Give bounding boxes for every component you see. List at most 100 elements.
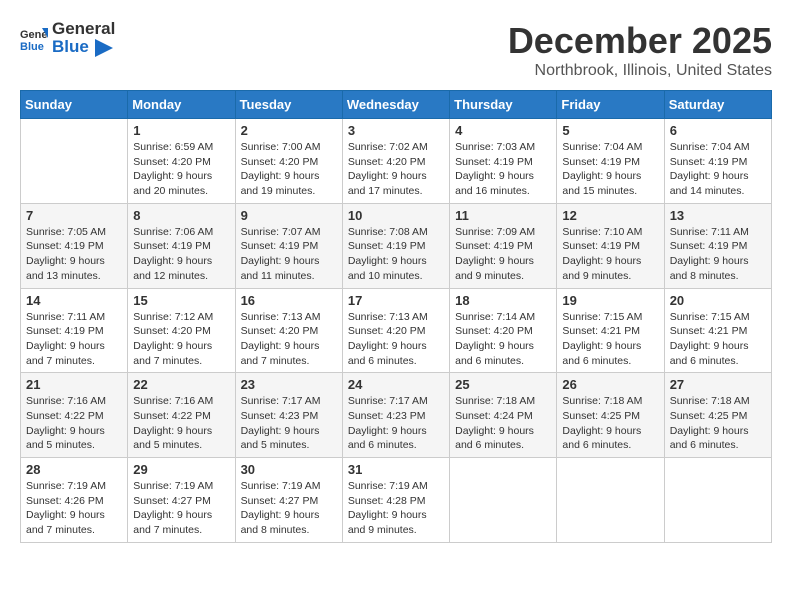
day-info: Sunrise: 7:16 AM Sunset: 4:22 PM Dayligh… (26, 394, 122, 453)
day-info: Sunrise: 7:12 AM Sunset: 4:20 PM Dayligh… (133, 310, 229, 369)
day-info: Sunrise: 7:04 AM Sunset: 4:19 PM Dayligh… (670, 140, 766, 199)
day-number: 21 (26, 377, 122, 392)
calendar-cell: 27 Sunrise: 7:18 AM Sunset: 4:25 PM Dayli… (664, 373, 771, 458)
header: General Blue General Blue December 2025 … (20, 20, 772, 80)
day-number: 4 (455, 123, 551, 138)
calendar-body: 1 Sunrise: 6:59 AM Sunset: 4:20 PM Daylig… (21, 119, 772, 543)
calendar-cell: 18Sunrise: 7:14 AM Sunset: 4:20 PM Dayli… (450, 288, 557, 373)
day-number: 1 (133, 123, 229, 138)
day-number: 7 (26, 208, 122, 223)
day-number: 29 (133, 462, 229, 477)
day-number: 10 (348, 208, 444, 223)
calendar-cell: 17Sunrise: 7:13 AM Sunset: 4:20 PM Dayli… (342, 288, 449, 373)
day-info: Sunrise: 7:15 AM Sunset: 4:21 PM Dayligh… (670, 310, 766, 369)
calendar-cell: 1 Sunrise: 6:59 AM Sunset: 4:20 PM Daylig… (128, 119, 235, 204)
calendar-cell: 14 Sunrise: 7:11 AM Sunset: 4:19 PM Dayli… (21, 288, 128, 373)
day-number: 30 (241, 462, 337, 477)
day-info: Sunrise: 7:18 AM Sunset: 4:25 PM Dayligh… (562, 394, 658, 453)
day-info: Sunrise: 7:06 AM Sunset: 4:19 PM Dayligh… (133, 225, 229, 284)
calendar-cell: 2 Sunrise: 7:00 AM Sunset: 4:20 PM Daylig… (235, 119, 342, 204)
calendar-cell: 28Sunrise: 7:19 AM Sunset: 4:26 PM Dayli… (21, 458, 128, 543)
title-area: December 2025 Northbrook, Illinois, Unit… (508, 20, 772, 80)
day-number: 8 (133, 208, 229, 223)
calendar-cell: 8 Sunrise: 7:06 AM Sunset: 4:19 PM Daylig… (128, 203, 235, 288)
day-header-thursday: Thursday (450, 91, 557, 119)
day-number: 23 (241, 377, 337, 392)
day-number: 25 (455, 377, 551, 392)
day-number: 22 (133, 377, 229, 392)
day-number: 16 (241, 293, 337, 308)
calendar-cell: 12Sunrise: 7:10 AM Sunset: 4:19 PM Dayli… (557, 203, 664, 288)
calendar-cell: 6 Sunrise: 7:04 AM Sunset: 4:19 PM Daylig… (664, 119, 771, 204)
generalblue-logo-icon: General Blue (20, 24, 48, 52)
calendar-cell (557, 458, 664, 543)
calendar-cell: 29 Sunrise: 7:19 AM Sunset: 4:27 PM Dayli… (128, 458, 235, 543)
week-row-3: 14 Sunrise: 7:11 AM Sunset: 4:19 PM Dayli… (21, 288, 772, 373)
day-number: 11 (455, 208, 551, 223)
day-info: Sunrise: 7:14 AM Sunset: 4:20 PM Dayligh… (455, 310, 551, 369)
calendar-cell: 5 Sunrise: 7:04 AM Sunset: 4:19 PM Daylig… (557, 119, 664, 204)
day-number: 17 (348, 293, 444, 308)
svg-text:Blue: Blue (20, 41, 44, 52)
day-number: 6 (670, 123, 766, 138)
calendar-cell: 30Sunrise: 7:19 AM Sunset: 4:27 PM Dayli… (235, 458, 342, 543)
week-row-5: 28Sunrise: 7:19 AM Sunset: 4:26 PM Dayli… (21, 458, 772, 543)
day-info: Sunrise: 7:04 AM Sunset: 4:19 PM Dayligh… (562, 140, 658, 199)
day-info: Sunrise: 6:59 AM Sunset: 4:20 PM Dayligh… (133, 140, 229, 199)
day-header-saturday: Saturday (664, 91, 771, 119)
calendar-cell: 24Sunrise: 7:17 AM Sunset: 4:23 PM Dayli… (342, 373, 449, 458)
day-info: Sunrise: 7:05 AM Sunset: 4:19 PM Dayligh… (26, 225, 122, 284)
calendar-cell: 31 Sunrise: 7:19 AM Sunset: 4:28 PM Dayli… (342, 458, 449, 543)
day-number: 24 (348, 377, 444, 392)
calendar-header-row: SundayMondayTuesdayWednesdayThursdayFrid… (21, 91, 772, 119)
day-info: Sunrise: 7:02 AM Sunset: 4:20 PM Dayligh… (348, 140, 444, 199)
day-header-tuesday: Tuesday (235, 91, 342, 119)
day-number: 14 (26, 293, 122, 308)
day-info: Sunrise: 7:15 AM Sunset: 4:21 PM Dayligh… (562, 310, 658, 369)
day-number: 26 (562, 377, 658, 392)
calendar-cell: 10 Sunrise: 7:08 AM Sunset: 4:19 PM Dayli… (342, 203, 449, 288)
day-info: Sunrise: 7:17 AM Sunset: 4:23 PM Dayligh… (241, 394, 337, 453)
day-number: 27 (670, 377, 766, 392)
day-info: Sunrise: 7:11 AM Sunset: 4:19 PM Dayligh… (670, 225, 766, 284)
day-info: Sunrise: 7:19 AM Sunset: 4:28 PM Dayligh… (348, 479, 444, 538)
week-row-4: 21 Sunrise: 7:16 AM Sunset: 4:22 PM Dayli… (21, 373, 772, 458)
calendar-cell: 25 Sunrise: 7:18 AM Sunset: 4:24 PM Dayli… (450, 373, 557, 458)
day-info: Sunrise: 7:13 AM Sunset: 4:20 PM Dayligh… (241, 310, 337, 369)
calendar-cell: 26 Sunrise: 7:18 AM Sunset: 4:25 PM Dayli… (557, 373, 664, 458)
day-header-wednesday: Wednesday (342, 91, 449, 119)
day-number: 12 (562, 208, 658, 223)
day-info: Sunrise: 7:08 AM Sunset: 4:19 PM Dayligh… (348, 225, 444, 284)
location-title: Northbrook, Illinois, United States (508, 62, 772, 80)
calendar-cell: 7 Sunrise: 7:05 AM Sunset: 4:19 PM Daylig… (21, 203, 128, 288)
calendar-cell: 4Sunrise: 7:03 AM Sunset: 4:19 PM Daylig… (450, 119, 557, 204)
day-info: Sunrise: 7:18 AM Sunset: 4:25 PM Dayligh… (670, 394, 766, 453)
day-info: Sunrise: 7:16 AM Sunset: 4:22 PM Dayligh… (133, 394, 229, 453)
day-info: Sunrise: 7:00 AM Sunset: 4:20 PM Dayligh… (241, 140, 337, 199)
logo-arrow-icon (95, 39, 113, 57)
day-number: 15 (133, 293, 229, 308)
day-number: 19 (562, 293, 658, 308)
day-number: 20 (670, 293, 766, 308)
day-info: Sunrise: 7:18 AM Sunset: 4:24 PM Dayligh… (455, 394, 551, 453)
day-info: Sunrise: 7:09 AM Sunset: 4:19 PM Dayligh… (455, 225, 551, 284)
calendar-cell (450, 458, 557, 543)
logo-blue-text: Blue (52, 37, 89, 56)
day-number: 2 (241, 123, 337, 138)
calendar-cell: 19 Sunrise: 7:15 AM Sunset: 4:21 PM Dayli… (557, 288, 664, 373)
day-number: 5 (562, 123, 658, 138)
day-number: 31 (348, 462, 444, 477)
day-info: Sunrise: 7:19 AM Sunset: 4:27 PM Dayligh… (133, 479, 229, 538)
week-row-1: 1 Sunrise: 6:59 AM Sunset: 4:20 PM Daylig… (21, 119, 772, 204)
logo: General Blue General Blue (20, 20, 115, 57)
calendar-cell: 11 Sunrise: 7:09 AM Sunset: 4:19 PM Dayli… (450, 203, 557, 288)
calendar-table: SundayMondayTuesdayWednesdayThursdayFrid… (20, 90, 772, 543)
day-number: 13 (670, 208, 766, 223)
calendar-cell: 3Sunrise: 7:02 AM Sunset: 4:20 PM Daylig… (342, 119, 449, 204)
calendar-cell: 22 Sunrise: 7:16 AM Sunset: 4:22 PM Dayli… (128, 373, 235, 458)
day-number: 28 (26, 462, 122, 477)
week-row-2: 7 Sunrise: 7:05 AM Sunset: 4:19 PM Daylig… (21, 203, 772, 288)
day-info: Sunrise: 7:11 AM Sunset: 4:19 PM Dayligh… (26, 310, 122, 369)
calendar-cell: 16 Sunrise: 7:13 AM Sunset: 4:20 PM Dayli… (235, 288, 342, 373)
day-header-friday: Friday (557, 91, 664, 119)
